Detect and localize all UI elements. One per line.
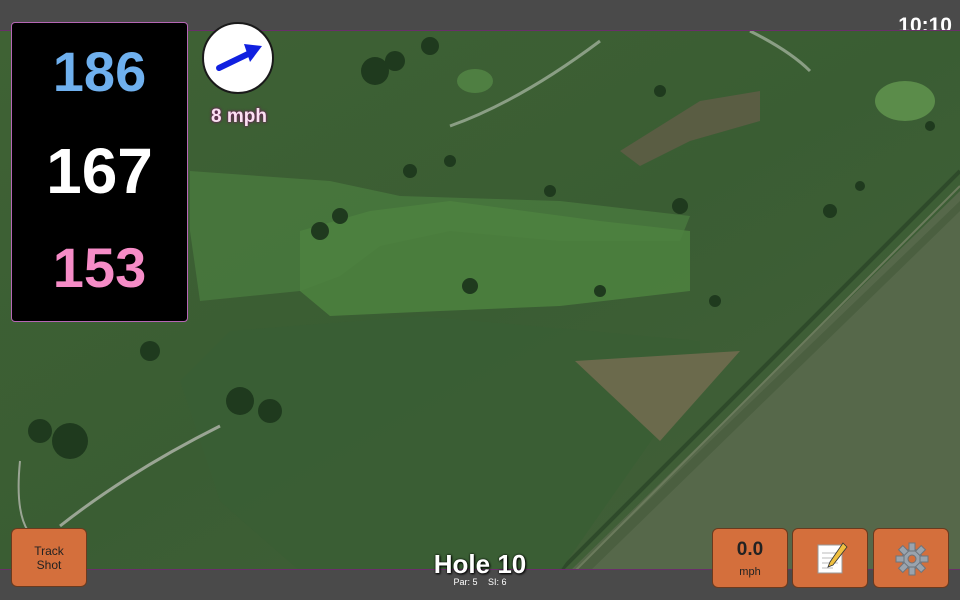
speed-unit: mph bbox=[739, 566, 761, 578]
notepad-icon bbox=[817, 542, 848, 574]
front-distance: 153 bbox=[52, 236, 147, 299]
middle-distance: 167 bbox=[46, 135, 153, 207]
speed-button[interactable]: 0.0 mph bbox=[712, 528, 788, 588]
settings-button[interactable] bbox=[873, 528, 949, 588]
back-distance: 186 bbox=[52, 40, 147, 103]
track-shot-button[interactable]: Track Shot bbox=[11, 528, 87, 587]
hole-info: Par: 5 SI: 6 bbox=[380, 577, 580, 587]
wind-indicator bbox=[202, 22, 274, 94]
track-shot-label-line1: Track bbox=[34, 543, 64, 558]
hole-stroke-index: SI: 6 bbox=[488, 577, 507, 587]
track-shot-label-line2: Shot bbox=[36, 557, 62, 572]
gear-icon bbox=[895, 542, 929, 576]
hole-title: Hole 10 bbox=[433, 549, 527, 579]
yardage-panel: 186 167 153 bbox=[11, 22, 188, 322]
speed-value: 0.0 bbox=[736, 539, 764, 560]
hole-par: Par: 5 bbox=[453, 577, 478, 587]
scorecard-button[interactable] bbox=[792, 528, 868, 588]
arrow-icon bbox=[216, 44, 262, 71]
wind-speed-label: 8 mph bbox=[211, 106, 267, 127]
